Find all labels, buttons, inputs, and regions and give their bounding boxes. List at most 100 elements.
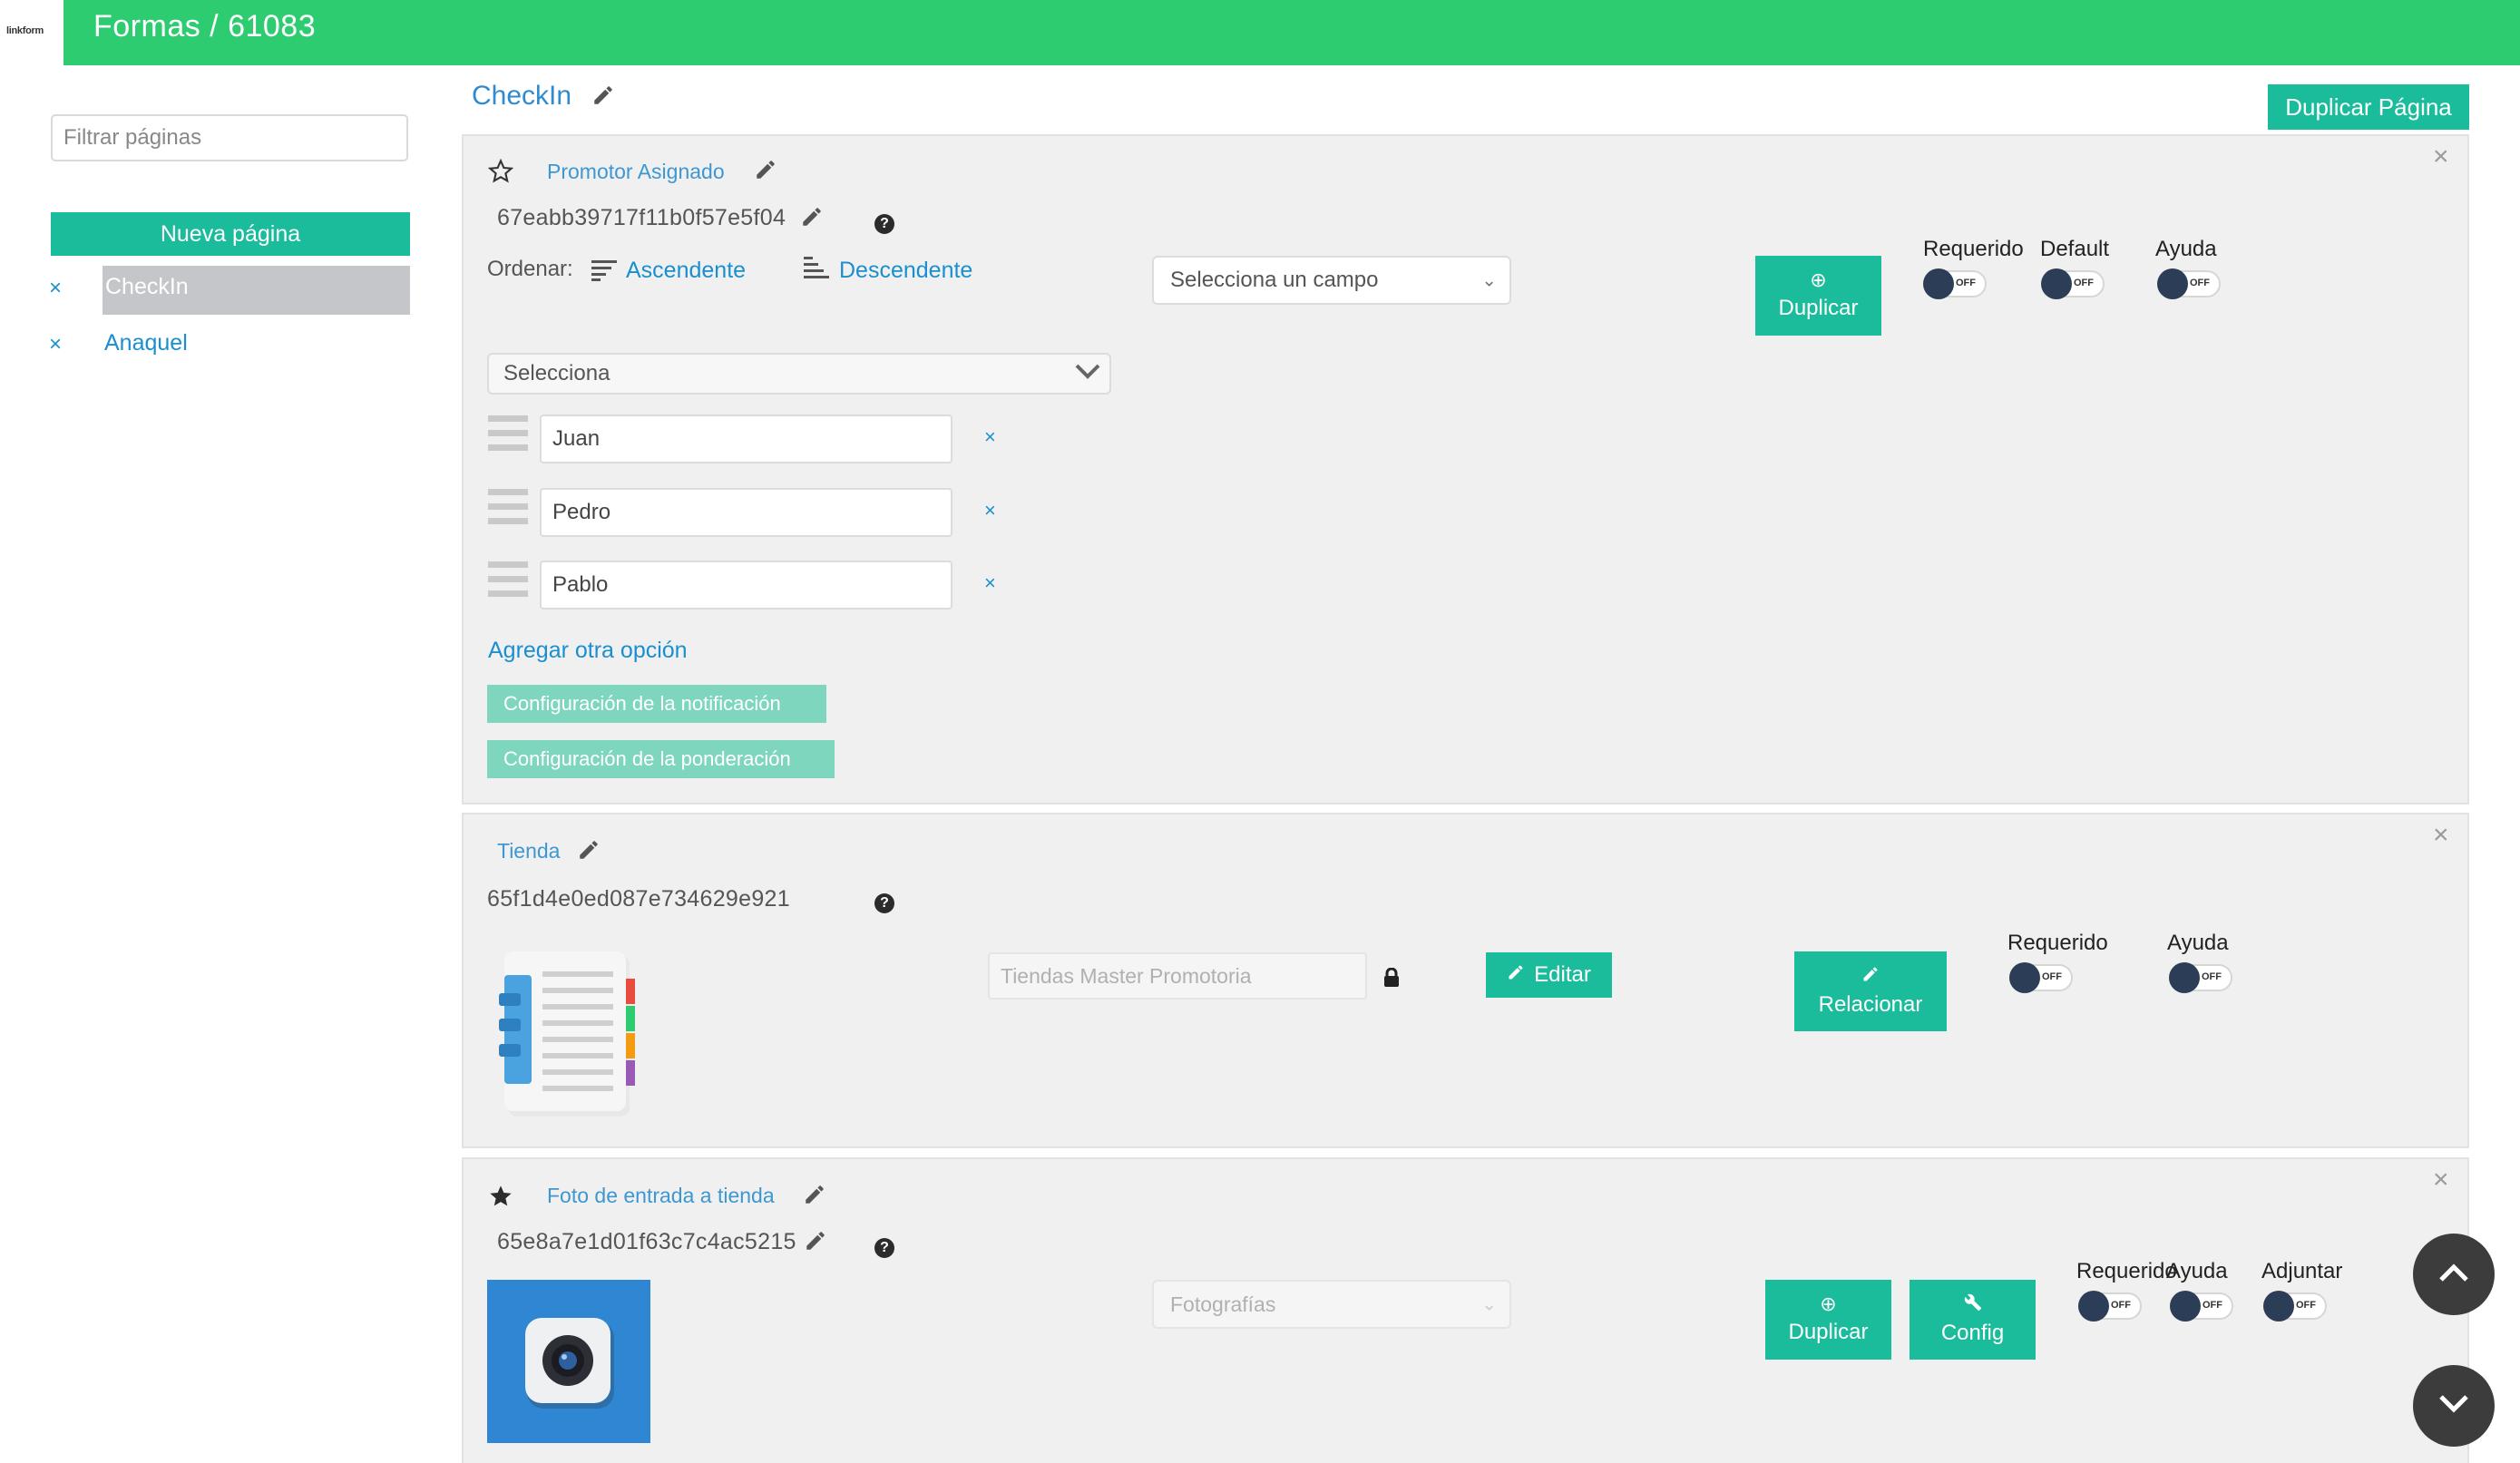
field-select-dropdown[interactable]: Selecciona un campo ⌄ — [1152, 256, 1511, 305]
dropdown-preview-value: Selecciona — [503, 361, 610, 385]
star-outline-icon[interactable] — [487, 158, 514, 189]
scroll-up-button[interactable] — [2413, 1234, 2495, 1315]
edit-field-title-icon[interactable] — [803, 1183, 826, 1211]
toggle-knob — [2078, 1291, 2109, 1322]
filter-pages-input[interactable] — [51, 114, 408, 161]
toggle-state: OFF — [2074, 278, 2094, 288]
edit-field-id-icon[interactable] — [800, 205, 824, 233]
sort-ascending-link[interactable]: Ascendente — [626, 258, 746, 284]
sidebar-item-anaquel[interactable]: Anaquel — [104, 330, 188, 356]
camera-icon — [487, 1280, 650, 1448]
toggle-state: OFF — [2203, 1300, 2222, 1311]
edit-field-title-icon[interactable] — [577, 838, 601, 866]
field-title[interactable]: Foto de entrada a tienda — [547, 1184, 775, 1208]
sort-ascending-icon[interactable] — [591, 259, 619, 286]
sort-descending-icon[interactable] — [804, 257, 831, 285]
chevron-down-icon: ⌄ — [1481, 1294, 1497, 1315]
toggle-state: OFF — [2042, 971, 2062, 982]
option-value: Pablo — [552, 572, 609, 597]
logo-text: linkform — [6, 25, 44, 36]
edit-field-title-icon[interactable] — [754, 158, 777, 186]
toggle-required[interactable]: OFF — [2009, 962, 2073, 993]
sidebar-item-checkin-label[interactable]: CheckIn — [105, 274, 189, 300]
remove-page-anaquel-icon[interactable]: × — [49, 332, 62, 357]
wrench-icon — [1964, 1293, 1982, 1315]
relate-label: Relacionar — [1818, 992, 1923, 1017]
option-input[interactable]: Pedro — [540, 488, 952, 537]
close-field-icon[interactable]: × — [2433, 1165, 2449, 1195]
help-icon[interactable]: ? — [874, 214, 894, 234]
catalog-icon — [497, 948, 642, 1125]
edit-catalog-label: Editar — [1534, 962, 1591, 987]
field-title[interactable]: Promotor Asignado — [547, 160, 725, 184]
field-id: 67eabb39717f11b0f57e5f04 — [497, 205, 786, 230]
toggle-help[interactable]: OFF — [2169, 962, 2232, 993]
remove-page-checkin-icon[interactable]: × — [49, 276, 62, 301]
drag-handle[interactable] — [488, 489, 528, 538]
remove-option-icon[interactable]: × — [984, 425, 996, 449]
duplicate-field-label: Duplicar — [1778, 296, 1859, 320]
pencil-icon — [1861, 965, 1880, 987]
new-page-button[interactable]: Nueva página — [51, 212, 410, 256]
drag-handle[interactable] — [488, 415, 528, 464]
toggle-label-required: Requerido — [1923, 237, 2024, 261]
plus-circle-icon: ⊕ — [1810, 268, 1827, 291]
toggle-default[interactable]: OFF — [2041, 268, 2105, 299]
config-label: Config — [1940, 1321, 2005, 1345]
toggle-help[interactable]: OFF — [2157, 268, 2221, 299]
toggle-attach[interactable]: OFF — [2263, 1291, 2327, 1322]
toggle-knob — [2041, 268, 2072, 299]
close-field-icon[interactable]: × — [2433, 141, 2449, 172]
toggle-help[interactable]: OFF — [2170, 1291, 2233, 1322]
scroll-down-button[interactable] — [2413, 1365, 2495, 1447]
help-icon[interactable]: ? — [874, 1238, 894, 1258]
app-title: Formas / 61083 — [93, 9, 317, 44]
logo[interactable]: linkform — [0, 0, 63, 65]
duplicate-page-button[interactable]: Duplicar Página — [2268, 84, 2469, 130]
dropdown-preview[interactable]: Selecciona — [487, 353, 1111, 395]
remove-option-icon[interactable]: × — [984, 571, 996, 595]
chevron-down-icon — [1075, 363, 1100, 385]
toggle-label-help: Ayuda — [2167, 931, 2229, 955]
field-select-value: Selecciona un campo — [1170, 268, 1379, 292]
toggle-knob — [1923, 268, 1954, 299]
toggle-required[interactable]: OFF — [2078, 1291, 2142, 1322]
add-option-link[interactable]: Agregar otra opción — [488, 638, 688, 664]
duplicate-field-button[interactable]: ⊕ Duplicar — [1755, 256, 1881, 336]
photo-select-dropdown: Fotografías ⌄ — [1152, 1280, 1511, 1329]
toggle-label-attach: Adjuntar — [2261, 1259, 2343, 1283]
edit-page-title-icon[interactable] — [591, 83, 615, 112]
field-title[interactable]: Tienda — [497, 839, 560, 863]
star-filled-icon[interactable] — [488, 1184, 513, 1214]
duplicate-field-label: Duplicar — [1788, 1320, 1869, 1344]
drag-handle[interactable] — [488, 561, 528, 610]
relate-button[interactable]: Relacionar — [1794, 951, 1947, 1031]
option-value: Juan — [552, 426, 601, 451]
toggle-label-required: Requerido — [2076, 1259, 2177, 1283]
toggle-knob — [2170, 1291, 2201, 1322]
toggle-label-default: Default — [2040, 237, 2110, 261]
duplicate-field-button[interactable]: ⊕ Duplicar — [1765, 1280, 1891, 1360]
top-bar — [0, 0, 2520, 65]
pencil-icon — [1507, 962, 1525, 988]
help-icon[interactable]: ? — [874, 893, 894, 913]
toggle-knob — [2009, 962, 2040, 993]
close-field-icon[interactable]: × — [2433, 820, 2449, 851]
toggle-required[interactable]: OFF — [1923, 268, 1987, 299]
field-panel-tienda — [462, 813, 2469, 1148]
edit-catalog-button[interactable]: Editar — [1486, 952, 1612, 998]
chevron-down-icon — [2438, 1394, 2469, 1419]
edit-field-id-icon[interactable] — [804, 1229, 827, 1257]
field-id: 65e8a7e1d01f63c7c4ac5215 — [497, 1229, 796, 1254]
notification-config-button[interactable]: Configuración de la notificación — [487, 685, 826, 723]
weighting-config-button[interactable]: Configuración de la ponderación — [487, 740, 835, 778]
toggle-knob — [2169, 962, 2200, 993]
sort-descending-link[interactable]: Descendente — [839, 258, 972, 284]
toggle-knob — [2263, 1291, 2294, 1322]
chevron-down-icon: ⌄ — [1481, 270, 1497, 291]
option-input[interactable]: Juan — [540, 415, 952, 463]
remove-option-icon[interactable]: × — [984, 499, 996, 522]
option-input[interactable]: Pablo — [540, 561, 952, 610]
toggle-state: OFF — [2296, 1300, 2316, 1311]
config-button[interactable]: Config — [1910, 1280, 2036, 1360]
